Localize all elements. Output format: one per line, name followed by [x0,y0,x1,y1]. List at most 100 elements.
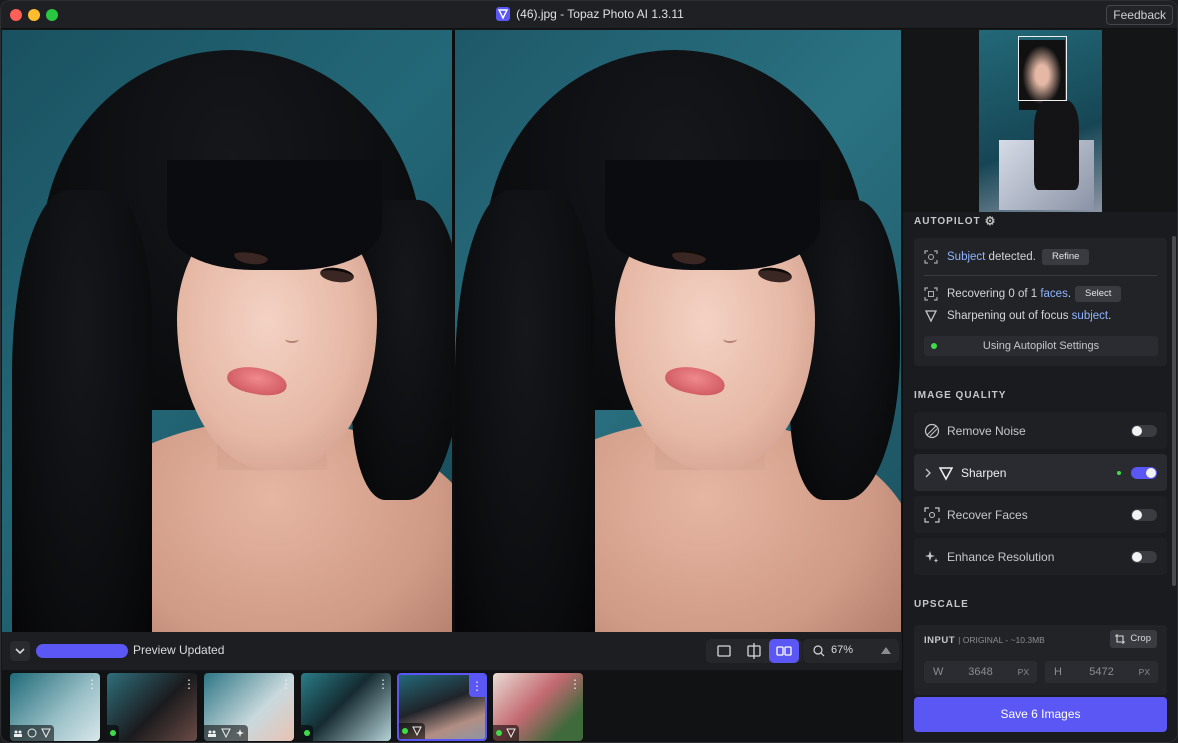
split-view-button[interactable] [739,639,769,663]
photo-hair-left [455,190,595,632]
thumbnail-menu-icon[interactable]: ⋮ [469,675,485,697]
save-images-button[interactable]: Save 6 Images [914,697,1167,732]
processed-preview-pane[interactable] [455,30,901,632]
recovering-label: Recovering 0 of 1 [947,288,1041,300]
filmstrip-thumbnail[interactable]: ⋮ [493,673,583,741]
side-by-side-icon [776,646,792,656]
filmstrip-thumbnail[interactable]: ⋮ [10,673,100,741]
filmstrip-thumbnail[interactable]: ⋮ [204,673,294,741]
processed-status-icon [304,730,310,736]
thumbnail-status-icons [493,725,519,741]
photo-hair-left [12,190,152,632]
filmstrip: ⋮ ⋮ ⋮ ⋮ ⋮ ⋮ [2,670,902,742]
remove-noise-row[interactable]: Remove Noise [914,412,1167,449]
input-label: INPUT [924,635,955,646]
divider [924,275,1157,276]
faces-icon [208,730,216,737]
panel-scrollbar[interactable] [1172,236,1176,586]
select-faces-button[interactable]: Select [1075,286,1122,302]
chevron-right-icon[interactable] [923,466,933,480]
thumbnail-status-icons [107,725,119,741]
window-title-wrap: (46).jpg - Topaz Photo AI 1.3.11 [1,7,1177,21]
app-window: (46).jpg - Topaz Photo AI 1.3.11 Feedbac… [0,0,1178,743]
sharpen-icon [412,726,422,736]
upscale-card: INPUT | ORIGINAL - ~10.3MB Crop W 3648 P… [914,625,1167,695]
recovering-faces-text: Recovering 0 of 1 faces. [947,288,1072,300]
window-title: (46).jpg - Topaz Photo AI 1.3.11 [516,7,684,21]
width-field[interactable]: W 3648 PX [924,661,1037,683]
height-field[interactable]: H 5472 PX [1045,661,1158,683]
original-preview-pane[interactable] [2,30,452,632]
processed-status-icon [110,730,116,736]
thumbnail-menu-icon[interactable]: ⋮ [181,673,197,695]
zoom-menu-caret-icon[interactable] [881,647,891,654]
autopilot-settings-button[interactable]: Using Autopilot Settings [924,336,1158,356]
subject-detected-label: detected. [985,251,1036,263]
photo-nose [285,335,299,343]
recover-faces-row[interactable]: Recover Faces [914,496,1167,533]
sharpen-icon [506,728,516,738]
remove-noise-label: Remove Noise [947,424,1026,438]
collapse-filmstrip-button[interactable] [10,641,30,661]
input-size-info: | ORIGINAL - ~10.3MB [958,635,1045,645]
thumbnail-menu-icon[interactable]: ⋮ [375,673,391,695]
navigator-body [1034,100,1079,190]
enhance-resolution-icon [236,729,244,737]
crop-icon [1115,634,1126,644]
refine-button[interactable]: Refine [1042,249,1090,265]
sharpen-icon [924,310,938,323]
autopilot-heading: AUTOPILOT ⚙ [914,214,996,228]
image-quality-heading: IMAGE QUALITY [914,390,1007,401]
title-bar: (46).jpg - Topaz Photo AI 1.3.11 Feedbac… [1,1,1177,29]
preview-status-text: Preview Updated [133,643,225,657]
thumbnail-menu-icon[interactable]: ⋮ [84,673,100,695]
processed-status-icon [402,728,408,734]
sharpen-icon [41,728,51,738]
faces-link[interactable]: faces [1040,288,1068,300]
navigator-viewport-box[interactable] [1018,36,1067,101]
remove-noise-toggle[interactable] [1131,425,1157,437]
gear-icon[interactable]: ⚙ [985,214,997,228]
filmstrip-thumbnail[interactable]: ⋮ [301,673,391,741]
subject-link[interactable]: Subject [947,251,985,263]
filmstrip-thumbnail-selected[interactable]: ⋮ [397,673,487,741]
zoom-control[interactable]: 67% [803,639,899,663]
zoom-icon [813,645,825,657]
sharpen-row[interactable]: Sharpen [914,454,1167,491]
thumbnail-menu-icon[interactable]: ⋮ [567,673,583,695]
autopilot-settings-label: Using Autopilot Settings [982,340,1100,352]
crop-button[interactable]: Crop [1110,630,1157,648]
sharpen-toggle[interactable] [1131,467,1157,479]
thumbnail-status-icons [399,723,425,739]
faces-icon [14,730,22,737]
photo-nose [723,335,737,343]
zoom-level: 67% [831,644,854,656]
settings-panel: AUTOPILOT ⚙ Subject detected. Refine Reco… [902,30,1177,742]
recover-faces-toggle[interactable] [1131,509,1157,521]
thumbnail-menu-icon[interactable]: ⋮ [278,673,294,695]
remove-noise-icon [924,423,940,439]
chevron-down-icon [15,648,25,655]
autopilot-card: Subject detected. Refine Recovering 0 of… [914,238,1167,366]
subject-detected-text: Subject detected. [947,251,1036,263]
sharpening-subject-link[interactable]: subject [1072,310,1108,322]
processed-status-icon [496,730,502,736]
feedback-button[interactable]: Feedback [1106,5,1173,25]
enhance-resolution-label: Enhance Resolution [947,550,1055,564]
enhance-resolution-toggle[interactable] [1131,551,1157,563]
sharpen-label: Sharpen [961,466,1007,480]
enhance-resolution-row[interactable]: Enhance Resolution [914,538,1167,575]
photo-bangs [605,160,820,270]
sharpen-status-dot [1117,471,1121,475]
side-by-side-view-button[interactable] [769,639,799,663]
photo-bangs [167,160,382,270]
recover-faces-label: Recover Faces [947,508,1028,522]
sharpening-label: Sharpening out of focus [947,310,1072,322]
input-heading: INPUT | ORIGINAL - ~10.3MB [924,635,1045,646]
thumbnail-status-icons [10,725,54,741]
width-unit: PX [1017,667,1029,677]
filmstrip-thumbnail[interactable]: ⋮ [107,673,197,741]
single-view-button[interactable] [709,639,739,663]
navigator-thumbnail[interactable] [979,30,1102,212]
view-mode-group [706,639,802,663]
